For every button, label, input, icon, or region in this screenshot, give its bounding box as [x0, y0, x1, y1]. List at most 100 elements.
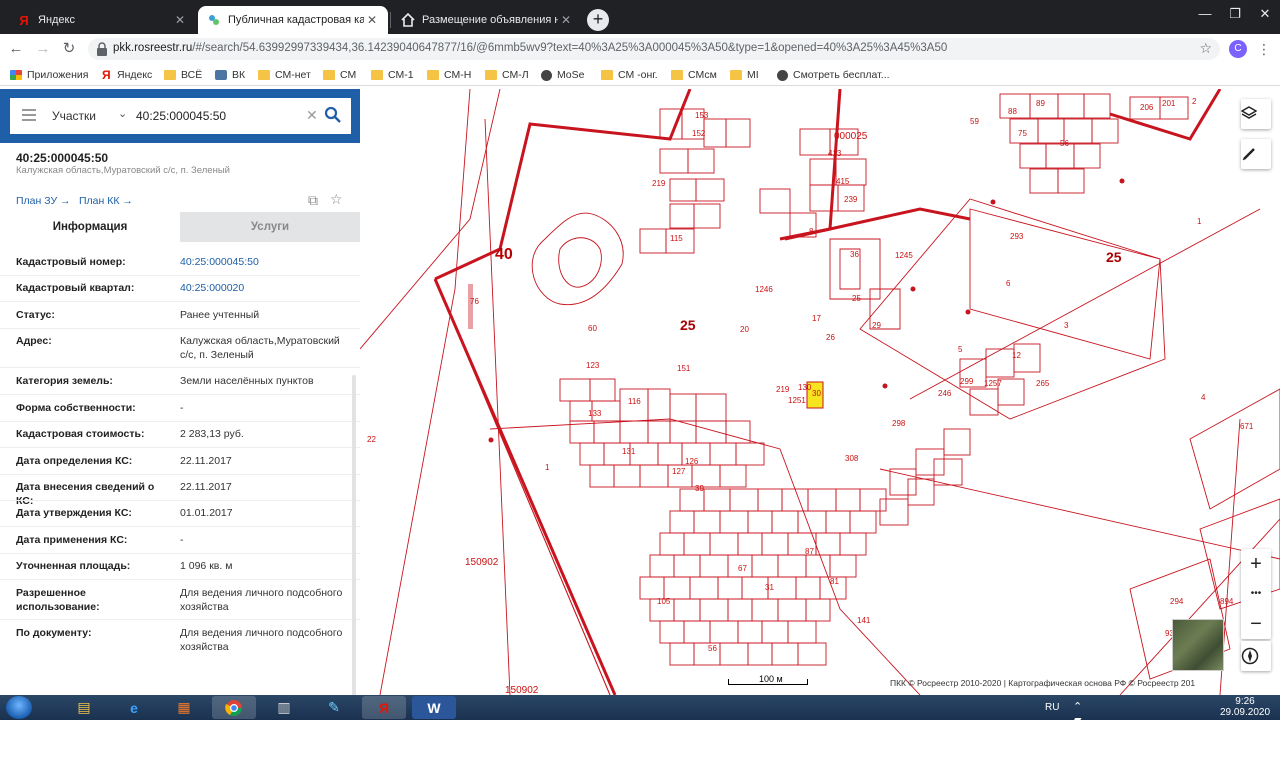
parcel-label: 1246 — [755, 285, 773, 294]
bookmark-label: ВК — [232, 69, 246, 81]
back-icon[interactable]: ← — [6, 39, 26, 59]
bookmark-sm-1[interactable]: СМ-1 — [371, 67, 414, 83]
new-tab-button[interactable]: + — [587, 9, 609, 31]
bookmark-sm-n[interactable]: СМ-Н — [427, 67, 471, 83]
yandex-browser-icon[interactable]: Я — [362, 696, 406, 719]
divider — [0, 328, 360, 329]
app-icon[interactable]: ▦ — [162, 696, 206, 719]
bookmark-yandex[interactable]: Я Яндекс — [102, 67, 152, 83]
close-window-icon[interactable]: ✕ — [1250, 4, 1280, 24]
tab-separator — [390, 12, 391, 28]
close-tab-icon[interactable]: ✕ — [364, 13, 380, 27]
bookmark-smsm[interactable]: СМсм — [671, 67, 717, 83]
cadastral-number-link[interactable]: 40:25:000045:50 — [180, 255, 350, 269]
reload-icon[interactable]: ↻ — [59, 39, 79, 59]
parcel-label: 4 — [1201, 393, 1206, 402]
close-tab-icon[interactable]: ✕ — [558, 13, 574, 27]
cadastral-quarter-link[interactable]: 40:25:000020 — [180, 281, 350, 295]
forward-icon[interactable]: → — [33, 39, 53, 59]
bookmark-label: СМ-Н — [444, 69, 472, 81]
ruler-button[interactable] — [1241, 139, 1271, 169]
bookmark-sm-l[interactable]: СМ-Л — [485, 67, 529, 83]
browser-toolbar: ← → ↻ pkk.rosreestr.ru/#/search/54.63992… — [0, 34, 1280, 64]
bookmark-mi[interactable]: MI — [730, 67, 759, 83]
files-icon[interactable]: ▥ — [262, 696, 306, 719]
start-button[interactable] — [6, 696, 32, 719]
browser-menu-icon[interactable]: ⋮ — [1256, 40, 1272, 58]
ie-icon[interactable]: e — [112, 696, 156, 719]
tab-yandex[interactable]: Я Яндекс ✕ — [8, 6, 196, 34]
folder-icon — [323, 70, 335, 80]
property-key: Дата применения КС: — [16, 534, 128, 546]
bookmark-watch[interactable]: Смотреть бесплат... — [777, 67, 890, 83]
bookmark-sm[interactable]: СМ — [323, 67, 356, 83]
bookmark-mose[interactable]: MoSe — [541, 67, 584, 83]
pkk-icon — [206, 12, 222, 28]
bookmark-sm-net[interactable]: СМ-нет — [258, 67, 311, 83]
search-input[interactable]: 40:25:000045:50 — [136, 109, 226, 123]
property-key: Кадастровый квартал: — [16, 282, 135, 294]
panel-scrollbar[interactable] — [352, 375, 356, 695]
parcel-label: 294 — [1170, 597, 1184, 606]
cadastral-map[interactable]: 40 25 25 000025 150902 150902 1246 1245 … — [360, 89, 1280, 695]
map-copyright: ПКК © Росреестр 2010-2020 | Картографиче… — [890, 678, 1196, 688]
zoom-out-button[interactable]: − — [1241, 609, 1271, 639]
bookmark-label: СМ-нет — [275, 69, 311, 81]
parcel-label: 153 — [695, 111, 709, 120]
paint-icon[interactable]: ✎ — [312, 696, 356, 719]
document-search-icon[interactable]: ⧉ — [308, 192, 318, 209]
address-bar[interactable]: pkk.rosreestr.ru/#/search/54.63992997339… — [88, 38, 1220, 60]
tab-pkk[interactable]: Публичная кадастровая карта ✕ — [198, 6, 388, 34]
parcel-label: 1245 — [895, 251, 913, 260]
bookmark-label: СМ-Л — [502, 69, 529, 81]
word-icon[interactable]: W — [412, 696, 456, 719]
property-key: По документу: — [16, 627, 92, 639]
profile-avatar[interactable]: С — [1229, 40, 1247, 58]
parcel-label: 12 — [1012, 351, 1021, 360]
satellite-thumbnail[interactable] — [1172, 619, 1224, 671]
tab-avito[interactable]: Размещение объявления на са ✕ — [392, 6, 582, 34]
chevron-down-icon[interactable]: ⌄ — [118, 107, 127, 120]
clock[interactable]: 9:26 29.09.2020 — [1215, 696, 1275, 718]
search-type-select[interactable]: Участки — [52, 109, 96, 123]
home-icon — [400, 12, 416, 28]
bookmark-vse[interactable]: ВСЁ — [164, 67, 202, 83]
folder-icon — [671, 70, 683, 80]
tab-information[interactable]: Информация — [0, 212, 180, 242]
property-value: - — [180, 402, 184, 414]
compass-button[interactable] — [1241, 641, 1271, 671]
search-icon[interactable] — [324, 106, 342, 124]
bookmark-apps[interactable]: Приложения — [10, 67, 88, 83]
parcel-label: 150902 — [465, 557, 499, 568]
parcel-label: 1251 — [788, 396, 806, 405]
explorer-icon[interactable]: ▤ — [62, 696, 106, 719]
property-key: Дата внесения сведений о КС: — [16, 481, 155, 507]
close-tab-icon[interactable]: ✕ — [172, 13, 188, 27]
menu-icon[interactable] — [22, 109, 36, 121]
bookmark-vk[interactable]: ВК — [215, 67, 245, 83]
plan-kk-link[interactable]: План КК → — [79, 195, 133, 207]
tab-services[interactable]: Услуги — [180, 212, 360, 242]
more-button[interactable]: ••• — [1241, 579, 1271, 609]
minimize-icon[interactable]: — — [1190, 4, 1220, 24]
favorite-star-icon[interactable]: ☆ — [330, 191, 343, 208]
bookmark-label: MoSe — [557, 69, 585, 81]
property-key: Кадастровый номер: — [16, 256, 126, 268]
restore-icon[interactable]: ❐ — [1220, 4, 1250, 24]
compass-icon — [1241, 647, 1259, 665]
bookmarks-bar: Приложения Я Яндекс ВСЁ ВК СМ-нет СМ СМ-1… — [0, 64, 1280, 86]
tray-icons[interactable]: ⌃ ▰ ◈ ▮ ♪ ⚑ — [1073, 700, 1083, 777]
bookmark-label: Яндекс — [117, 69, 153, 81]
zoom-in-button[interactable]: + — [1241, 549, 1271, 579]
chrome-icon[interactable] — [212, 696, 256, 719]
bookmark-star-icon[interactable]: ☆ — [1199, 40, 1212, 57]
parcel-label: 29 — [872, 321, 881, 330]
layers-button[interactable] — [1241, 99, 1271, 129]
divider — [0, 367, 360, 368]
divider — [0, 619, 360, 620]
language-indicator[interactable]: RU — [1045, 702, 1059, 713]
clear-icon[interactable]: ✕ — [306, 107, 318, 124]
plan-zu-link[interactable]: План ЗУ → — [16, 195, 71, 207]
clock-time: 9:26 — [1235, 696, 1255, 707]
bookmark-sm-ong[interactable]: СМ -онг. — [601, 67, 658, 83]
